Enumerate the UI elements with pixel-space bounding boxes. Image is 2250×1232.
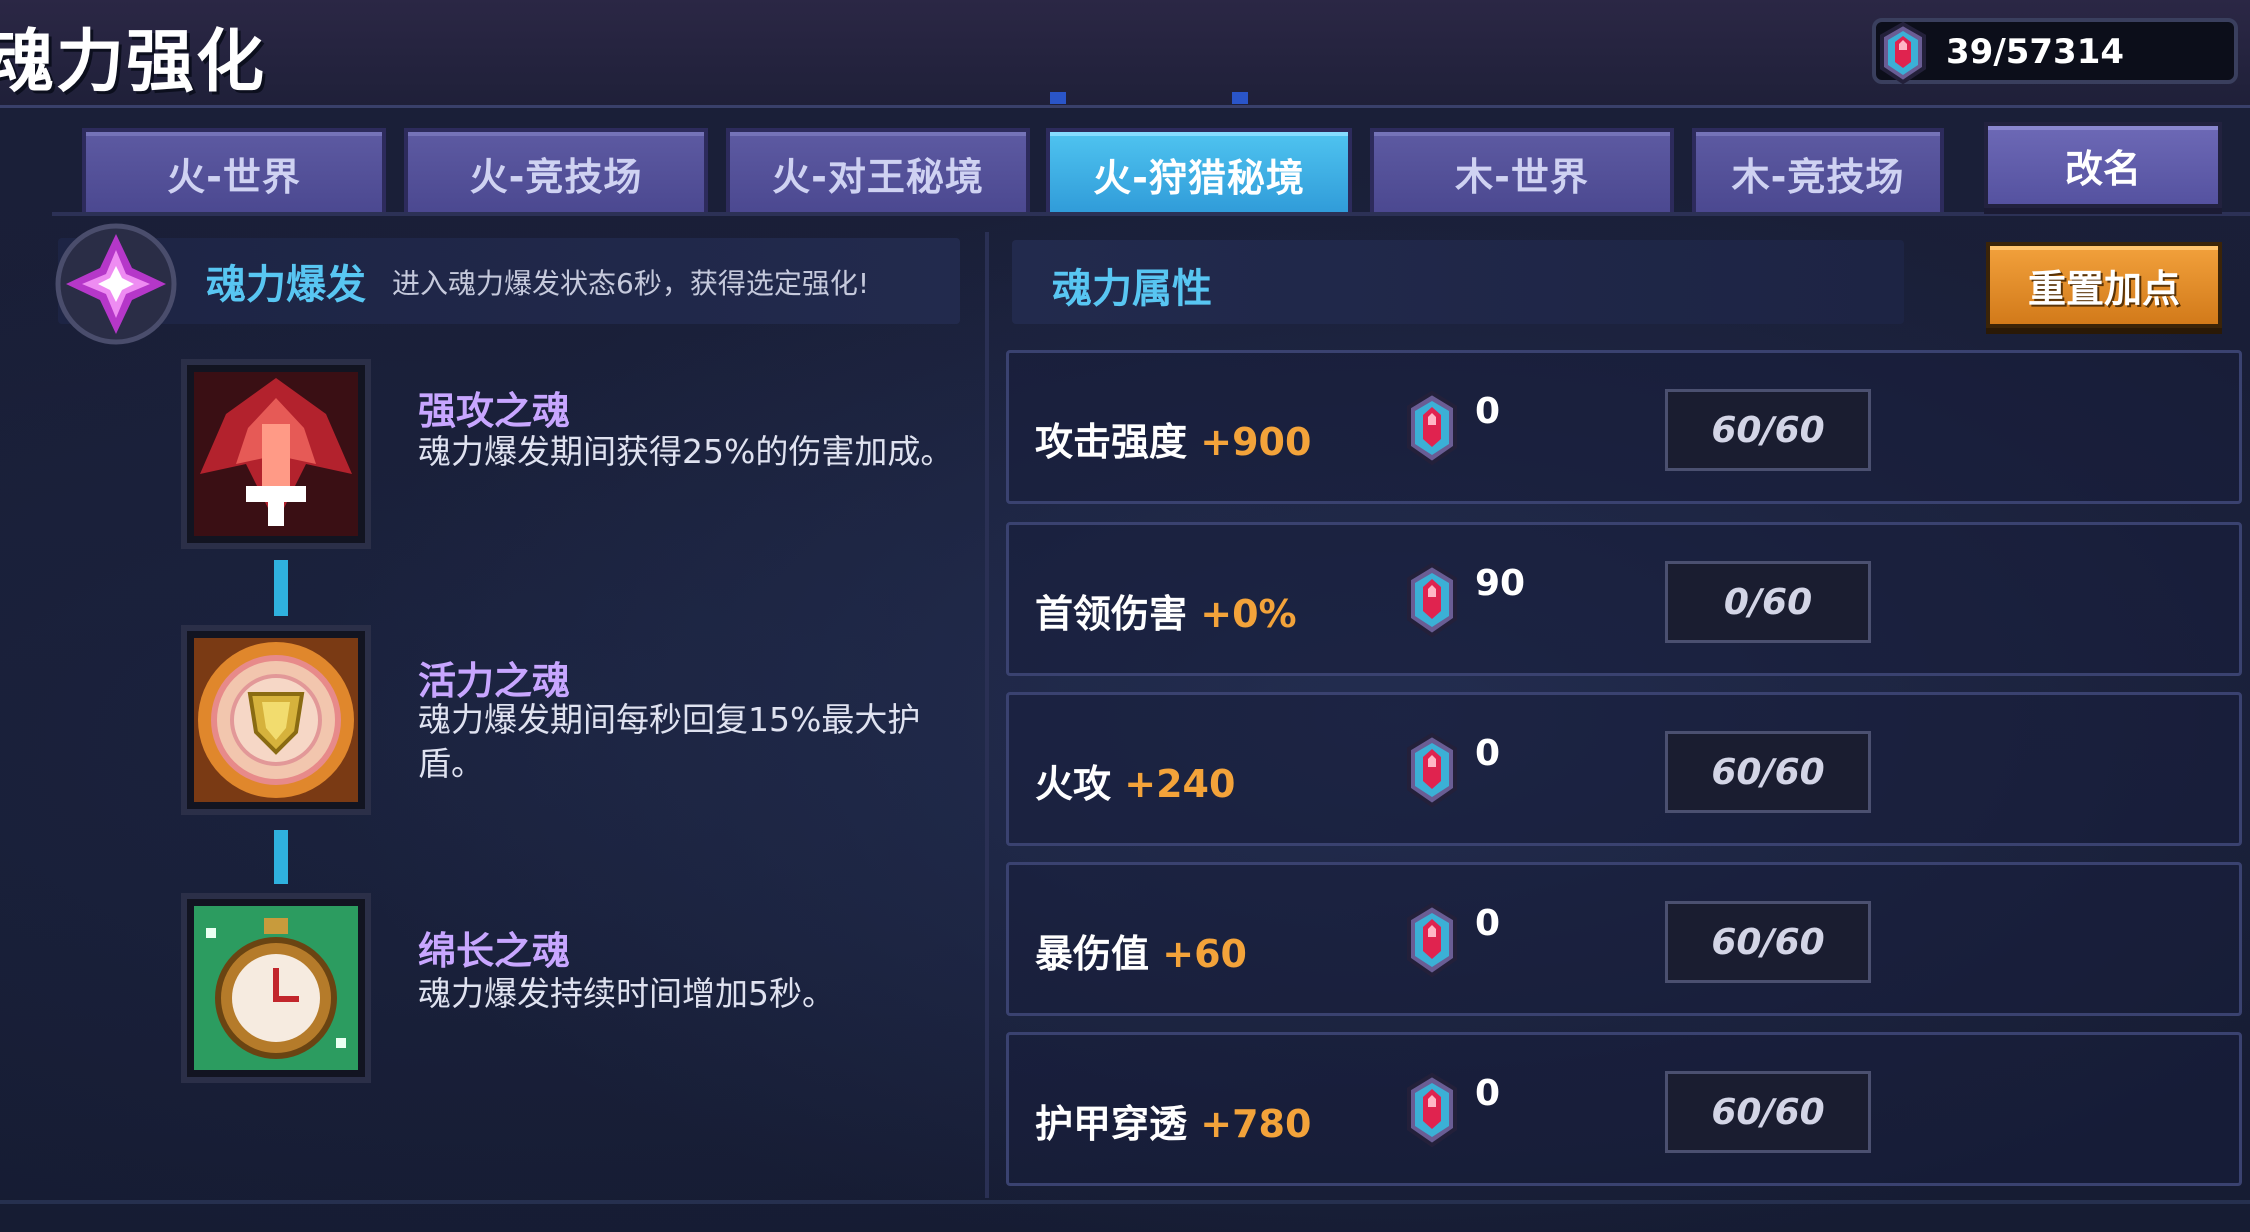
tab-wood-arena[interactable]: 木-竞技场: [1692, 128, 1944, 214]
attribute-label: 护甲穿透 +780: [1035, 1093, 1311, 1148]
attribute-label: 首领伤害 +0%: [1035, 583, 1297, 638]
attribute-name: 攻击强度: [1035, 420, 1188, 464]
attribute-row[interactable]: 攻击强度 +900 0 60/60: [1006, 350, 2242, 504]
attribute-label: 攻击强度 +900: [1035, 411, 1311, 466]
tree-connector: [274, 830, 288, 884]
soul-name: 绵长之魂: [418, 929, 571, 973]
burst-crystal-icon: [55, 223, 177, 345]
page-title: 魂力强化: [0, 23, 267, 102]
soul-description: 魂力爆发期间获得25%的伤害加成。: [418, 432, 954, 471]
attribute-label: 火攻 +240: [1035, 753, 1235, 808]
attribute-name: 护甲穿透: [1035, 1102, 1188, 1146]
attribute-bonus: +0%: [1200, 592, 1297, 636]
red-crest-icon[interactable]: [176, 354, 376, 554]
attribute-progress: 0/60: [1665, 561, 1871, 643]
tree-connector: [274, 560, 288, 616]
soul-name: 活力之魂: [418, 659, 571, 703]
tab-divider: [52, 212, 2250, 216]
soul-name: 强攻之魂: [418, 389, 571, 433]
tab-fire-king-realm[interactable]: 火-对王秘境: [726, 128, 1030, 214]
attribute-cost: 0: [1475, 903, 1501, 944]
attribute-row[interactable]: 首领伤害 +0% 90 0/60: [1006, 522, 2242, 676]
stopwatch-icon[interactable]: [176, 888, 376, 1088]
attribute-cost: 90: [1475, 563, 1526, 604]
attribute-progress: 60/60: [1665, 1071, 1871, 1153]
currency-amount: 39/57314: [1946, 32, 2125, 72]
attribute-name: 暴伤值: [1035, 932, 1150, 976]
attribute-row[interactable]: 暴伤值 +60 0 60/60: [1006, 862, 2242, 1016]
tab-wood-world[interactable]: 木-世界: [1370, 128, 1674, 214]
tab-fire-world[interactable]: 火-世界: [82, 128, 386, 214]
attribute-bonus: +240: [1124, 762, 1236, 806]
attribute-row[interactable]: 护甲穿透 +780 0 60/60: [1006, 1032, 2242, 1186]
header-decoration: [1050, 92, 1066, 104]
header-decoration: [1232, 92, 1248, 104]
tab-fire-hunt-realm[interactable]: 火-狩猎秘境: [1046, 128, 1352, 216]
soul-gem-icon: [1880, 21, 1926, 85]
attribute-bonus: +900: [1200, 420, 1312, 464]
attribute-cost: 0: [1475, 391, 1501, 432]
attribute-label: 暴伤值 +60: [1035, 923, 1247, 978]
shield-medallion-icon[interactable]: [176, 620, 376, 820]
soul-gem-icon: [1407, 1072, 1457, 1148]
attribute-bonus: +780: [1200, 1102, 1312, 1146]
soul-description: 魂力爆发持续时间增加5秒。: [418, 974, 835, 1013]
rename-button[interactable]: 改名: [1984, 122, 2222, 208]
soul-gem-icon: [1407, 732, 1457, 808]
reset-points-button[interactable]: 重置加点: [1986, 242, 2222, 328]
tab-fire-arena[interactable]: 火-竞技场: [404, 128, 708, 214]
soul-description: 魂力爆发期间每秒回复15%最大护盾。: [418, 700, 921, 783]
attribute-progress: 60/60: [1665, 901, 1871, 983]
attribute-row[interactable]: 火攻 +240 0 60/60: [1006, 692, 2242, 846]
soul-gem-icon: [1407, 902, 1457, 978]
attributes-title: 魂力属性: [1052, 266, 1212, 312]
bottom-divider: [0, 1200, 2250, 1204]
attribute-progress: 60/60: [1665, 731, 1871, 813]
attribute-cost: 0: [1475, 1073, 1501, 1114]
burst-title: 魂力爆发: [206, 262, 366, 308]
soul-gem-icon: [1407, 562, 1457, 638]
attribute-name: 火攻: [1035, 762, 1112, 806]
soul-gem-icon: [1407, 390, 1457, 466]
currency-display: 39/57314: [1872, 18, 2238, 85]
attribute-name: 首领伤害: [1035, 592, 1188, 636]
panel-divider: [985, 232, 989, 1198]
burst-description: 进入魂力爆发状态6秒，获得选定强化!: [392, 267, 870, 300]
attribute-progress: 60/60: [1665, 389, 1871, 471]
attribute-bonus: +60: [1162, 932, 1247, 976]
attribute-cost: 0: [1475, 733, 1501, 774]
